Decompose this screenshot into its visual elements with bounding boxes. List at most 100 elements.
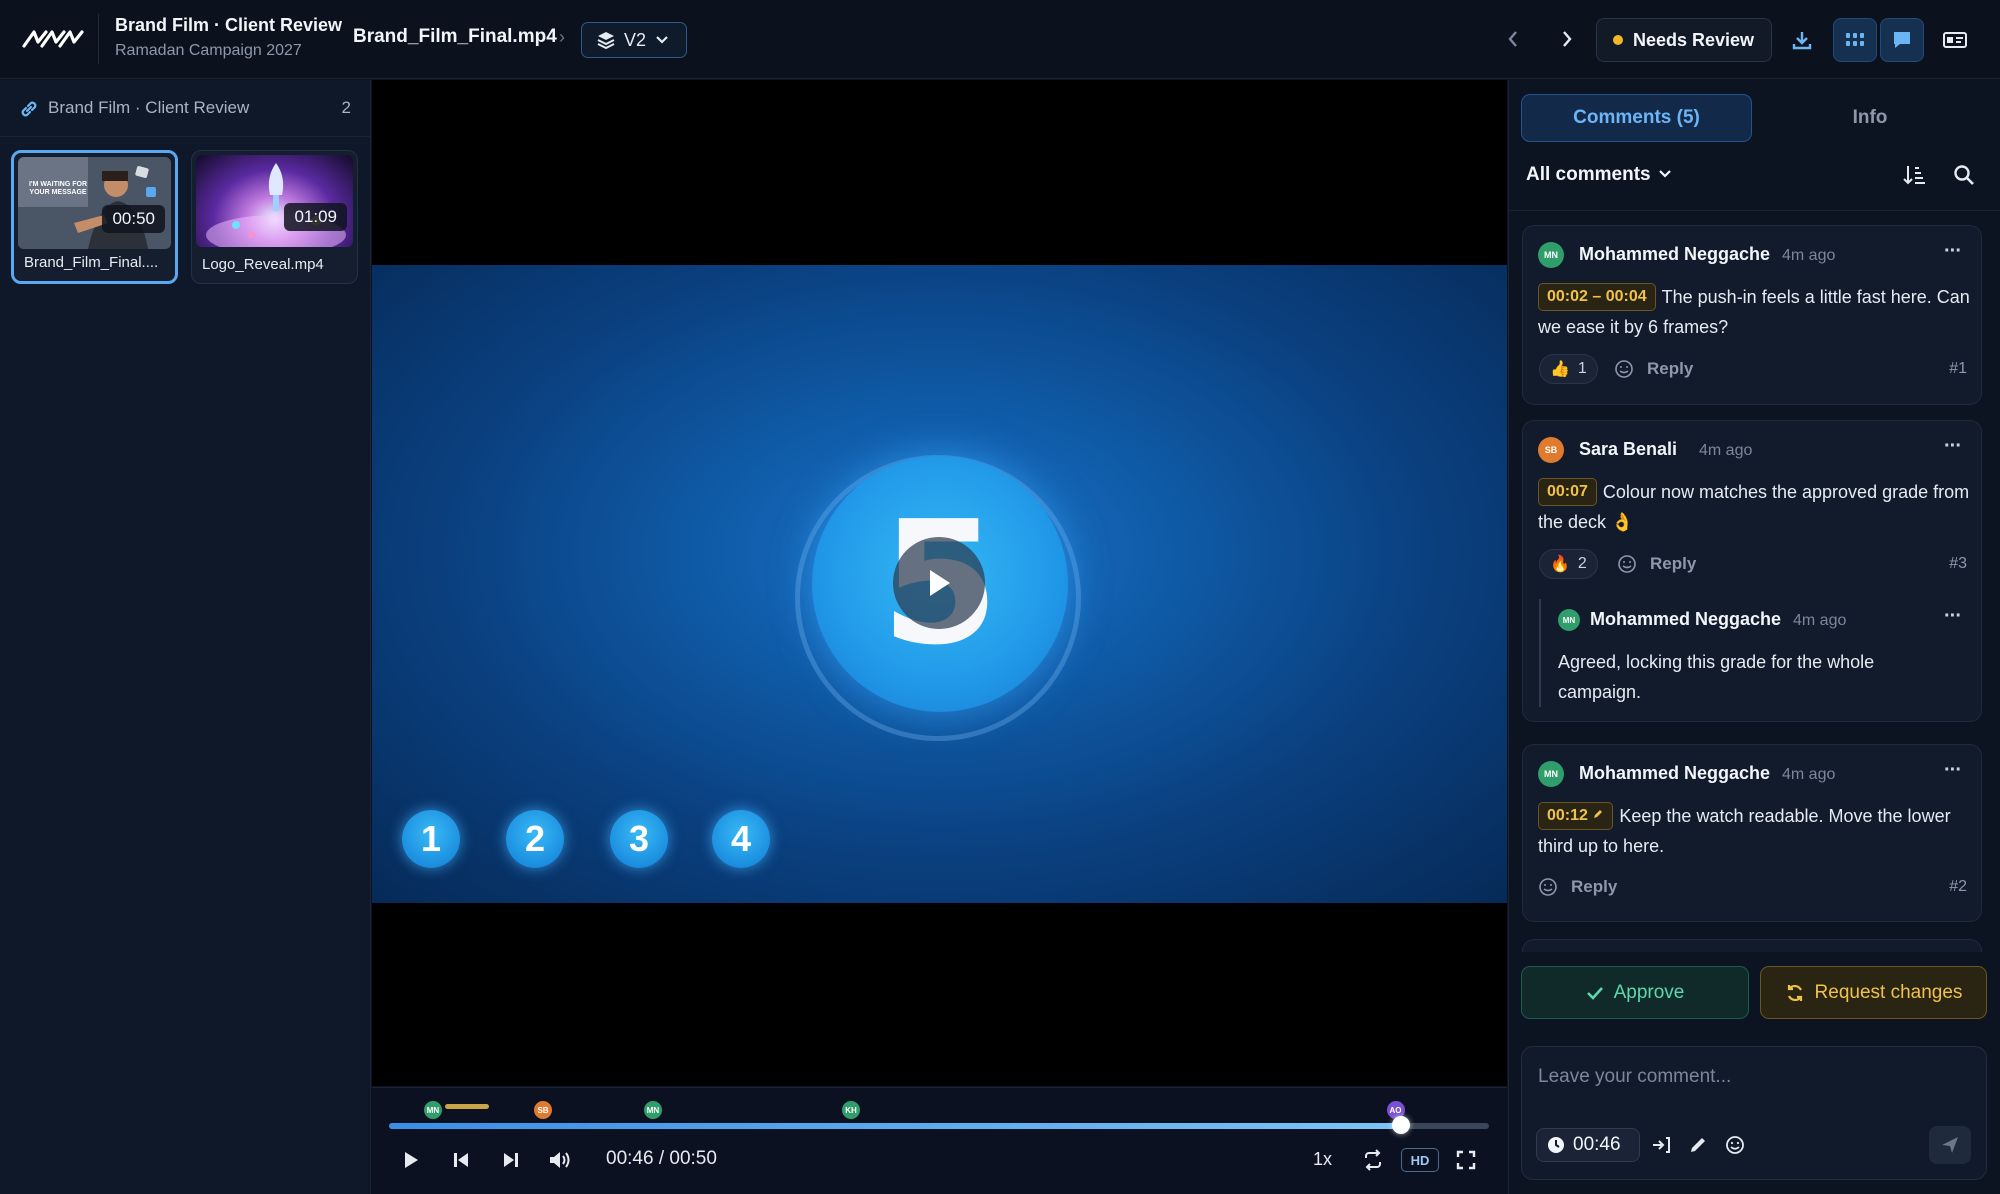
- send-icon: [1942, 1137, 1958, 1153]
- countdown-badge: 3: [610, 810, 668, 868]
- sidebar-title: Brand Film · Client Review: [48, 98, 250, 117]
- file-thumbnail-brand-film[interactable]: I'M WAITING FOR YOUR MESSAGE 00:50 Brand…: [11, 150, 178, 284]
- more-options-icon[interactable]: ···: [1944, 759, 1962, 782]
- comment-input[interactable]: [1538, 1062, 1958, 1092]
- sidebar-header: Brand Film · Client Review 2: [0, 80, 371, 137]
- thumbnail-duration: 00:50: [102, 205, 165, 233]
- version-selector[interactable]: V2: [581, 22, 687, 58]
- composer-timestamp: 00:46: [1573, 1134, 1621, 1155]
- range-in-icon: [1653, 1137, 1670, 1153]
- comment-number: #3: [1949, 555, 1967, 572]
- pencil-icon: [1594, 810, 1603, 818]
- emoji-button[interactable]: [1721, 1131, 1749, 1159]
- status-label: Needs Review: [1633, 29, 1755, 50]
- comment-timestamp[interactable]: 00:02 – 00:04: [1538, 283, 1656, 311]
- reaction-chip[interactable]: 👍 1: [1539, 354, 1598, 384]
- grid-view-button[interactable]: [1833, 18, 1877, 62]
- quality-badge[interactable]: HD: [1401, 1148, 1439, 1172]
- play-icon: [405, 1152, 418, 1168]
- comment-author: Mohammed Neggache: [1579, 244, 1771, 264]
- clock-icon: [1548, 1137, 1564, 1153]
- playback-speed-button[interactable]: 1x: [1313, 1149, 1332, 1170]
- header-divider: [98, 14, 99, 64]
- skip-forward-icon: [504, 1153, 518, 1167]
- comment-card-partial[interactable]: [1522, 939, 1982, 952]
- tab-info[interactable]: Info: [1790, 94, 1950, 142]
- reaction-chip[interactable]: 🔥 2: [1539, 549, 1598, 579]
- previous-frame-button[interactable]: [447, 1146, 475, 1174]
- comments-list: MN Mohammed Neggache 4m ago ··· 00:02 – …: [1508, 210, 2000, 952]
- comment-timestamp[interactable]: 00:07: [1538, 478, 1597, 506]
- avatar: MN: [1538, 761, 1564, 787]
- timeline-comment-marker[interactable]: MN: [642, 1099, 664, 1121]
- thumbs-up-icon: 👍: [1550, 361, 1570, 378]
- more-options-icon[interactable]: ···: [1944, 240, 1962, 263]
- comment-card[interactable]: MN Mohammed Neggache 4m ago ··· 00:12 Ke…: [1522, 744, 1982, 922]
- request-changes-button[interactable]: Request changes: [1760, 966, 1987, 1019]
- time-display: 00:46 / 00:50: [606, 1148, 717, 1169]
- project-subtitle: Ramadan Campaign 2027: [115, 42, 302, 59]
- timeline-comment-marker[interactable]: KH: [840, 1099, 862, 1121]
- review-status-button[interactable]: Needs Review: [1596, 18, 1772, 62]
- send-comment-button[interactable]: [1929, 1126, 1971, 1164]
- play-button[interactable]: [397, 1146, 425, 1174]
- app-logo[interactable]: [22, 28, 84, 50]
- link-icon[interactable]: [18, 98, 40, 120]
- fullscreen-button[interactable]: [1452, 1146, 1480, 1174]
- comments-toggle-button[interactable]: [1880, 18, 1924, 62]
- loop-button[interactable]: [1359, 1146, 1387, 1174]
- reply-button[interactable]: Reply: [1650, 554, 1696, 574]
- comment-icon: [1894, 32, 1910, 48]
- timeline-scrubber[interactable]: [1392, 1116, 1410, 1134]
- add-reaction-icon[interactable]: [1614, 359, 1634, 384]
- fullscreen-icon: [1456, 1150, 1476, 1170]
- reply-button[interactable]: Reply: [1571, 877, 1617, 897]
- request-changes-label: Request changes: [1814, 981, 1963, 1003]
- reaction-count: 1: [1577, 360, 1587, 377]
- thumbnail-duration: 01:09: [284, 203, 347, 231]
- reply-button[interactable]: Reply: [1647, 359, 1693, 379]
- composer-timestamp-toggle[interactable]: 00:46: [1536, 1128, 1640, 1162]
- file-name: Brand_Film_Final.mp4: [353, 26, 557, 47]
- volume-button[interactable]: [547, 1146, 575, 1174]
- info-card-button[interactable]: [1933, 18, 1977, 62]
- comment-filter-dropdown[interactable]: All comments: [1526, 164, 1672, 186]
- add-reaction-icon[interactable]: [1538, 877, 1558, 902]
- reply-time-ago: 4m ago: [1793, 612, 1847, 629]
- refresh-icon: [1787, 984, 1802, 1001]
- filter-label: All comments: [1526, 164, 1651, 185]
- volume-icon: [550, 1152, 570, 1168]
- timeline-comment-marker[interactable]: SB: [532, 1099, 554, 1121]
- comment-range-marker[interactable]: [445, 1104, 489, 1109]
- set-range-button[interactable]: [1647, 1131, 1675, 1159]
- more-options-icon[interactable]: ···: [1944, 605, 1962, 628]
- skip-back-icon: [454, 1153, 468, 1167]
- more-options-icon[interactable]: ···: [1944, 435, 1962, 458]
- previous-file-button[interactable]: [1499, 24, 1527, 54]
- check-icon: [1586, 986, 1603, 1000]
- sort-button[interactable]: [1899, 160, 1929, 190]
- approve-button[interactable]: Approve: [1521, 966, 1749, 1019]
- project-title: Brand Film · Client Review: [115, 15, 343, 35]
- next-frame-button[interactable]: [497, 1146, 525, 1174]
- grid-icon: [1846, 33, 1864, 46]
- comment-timestamp[interactable]: 00:12: [1538, 802, 1614, 830]
- timeline-comment-marker[interactable]: MN: [422, 1099, 444, 1121]
- timestamp-value: 00:12: [1547, 807, 1588, 824]
- thumbnail-image: I'M WAITING FOR YOUR MESSAGE: [18, 157, 171, 249]
- comment-card[interactable]: MN Mohammed Neggache 4m ago ··· 00:02 – …: [1522, 225, 1982, 405]
- add-reaction-icon[interactable]: [1617, 554, 1637, 579]
- file-thumbnail-logo-reveal[interactable]: 01:09 Logo_Reveal.mp4: [191, 150, 358, 284]
- chevron-left-icon: [1508, 31, 1517, 47]
- avatar: SB: [1538, 437, 1564, 463]
- reaction-count: 2: [1577, 555, 1587, 572]
- play-overlay-button[interactable]: [893, 537, 985, 629]
- download-button[interactable]: [1780, 18, 1824, 62]
- search-button[interactable]: [1949, 160, 1979, 190]
- fire-icon: 🔥: [1550, 556, 1570, 573]
- comment-card[interactable]: SB Sara Benali 4m ago ··· 00:07 Colour no…: [1522, 420, 1982, 722]
- tab-comments[interactable]: Comments (5): [1521, 94, 1752, 142]
- draw-annotation-button[interactable]: [1684, 1131, 1712, 1159]
- next-file-button[interactable]: [1553, 24, 1581, 54]
- file-sidebar: Brand Film · Client Review 2 I'M WAITING…: [0, 80, 371, 1194]
